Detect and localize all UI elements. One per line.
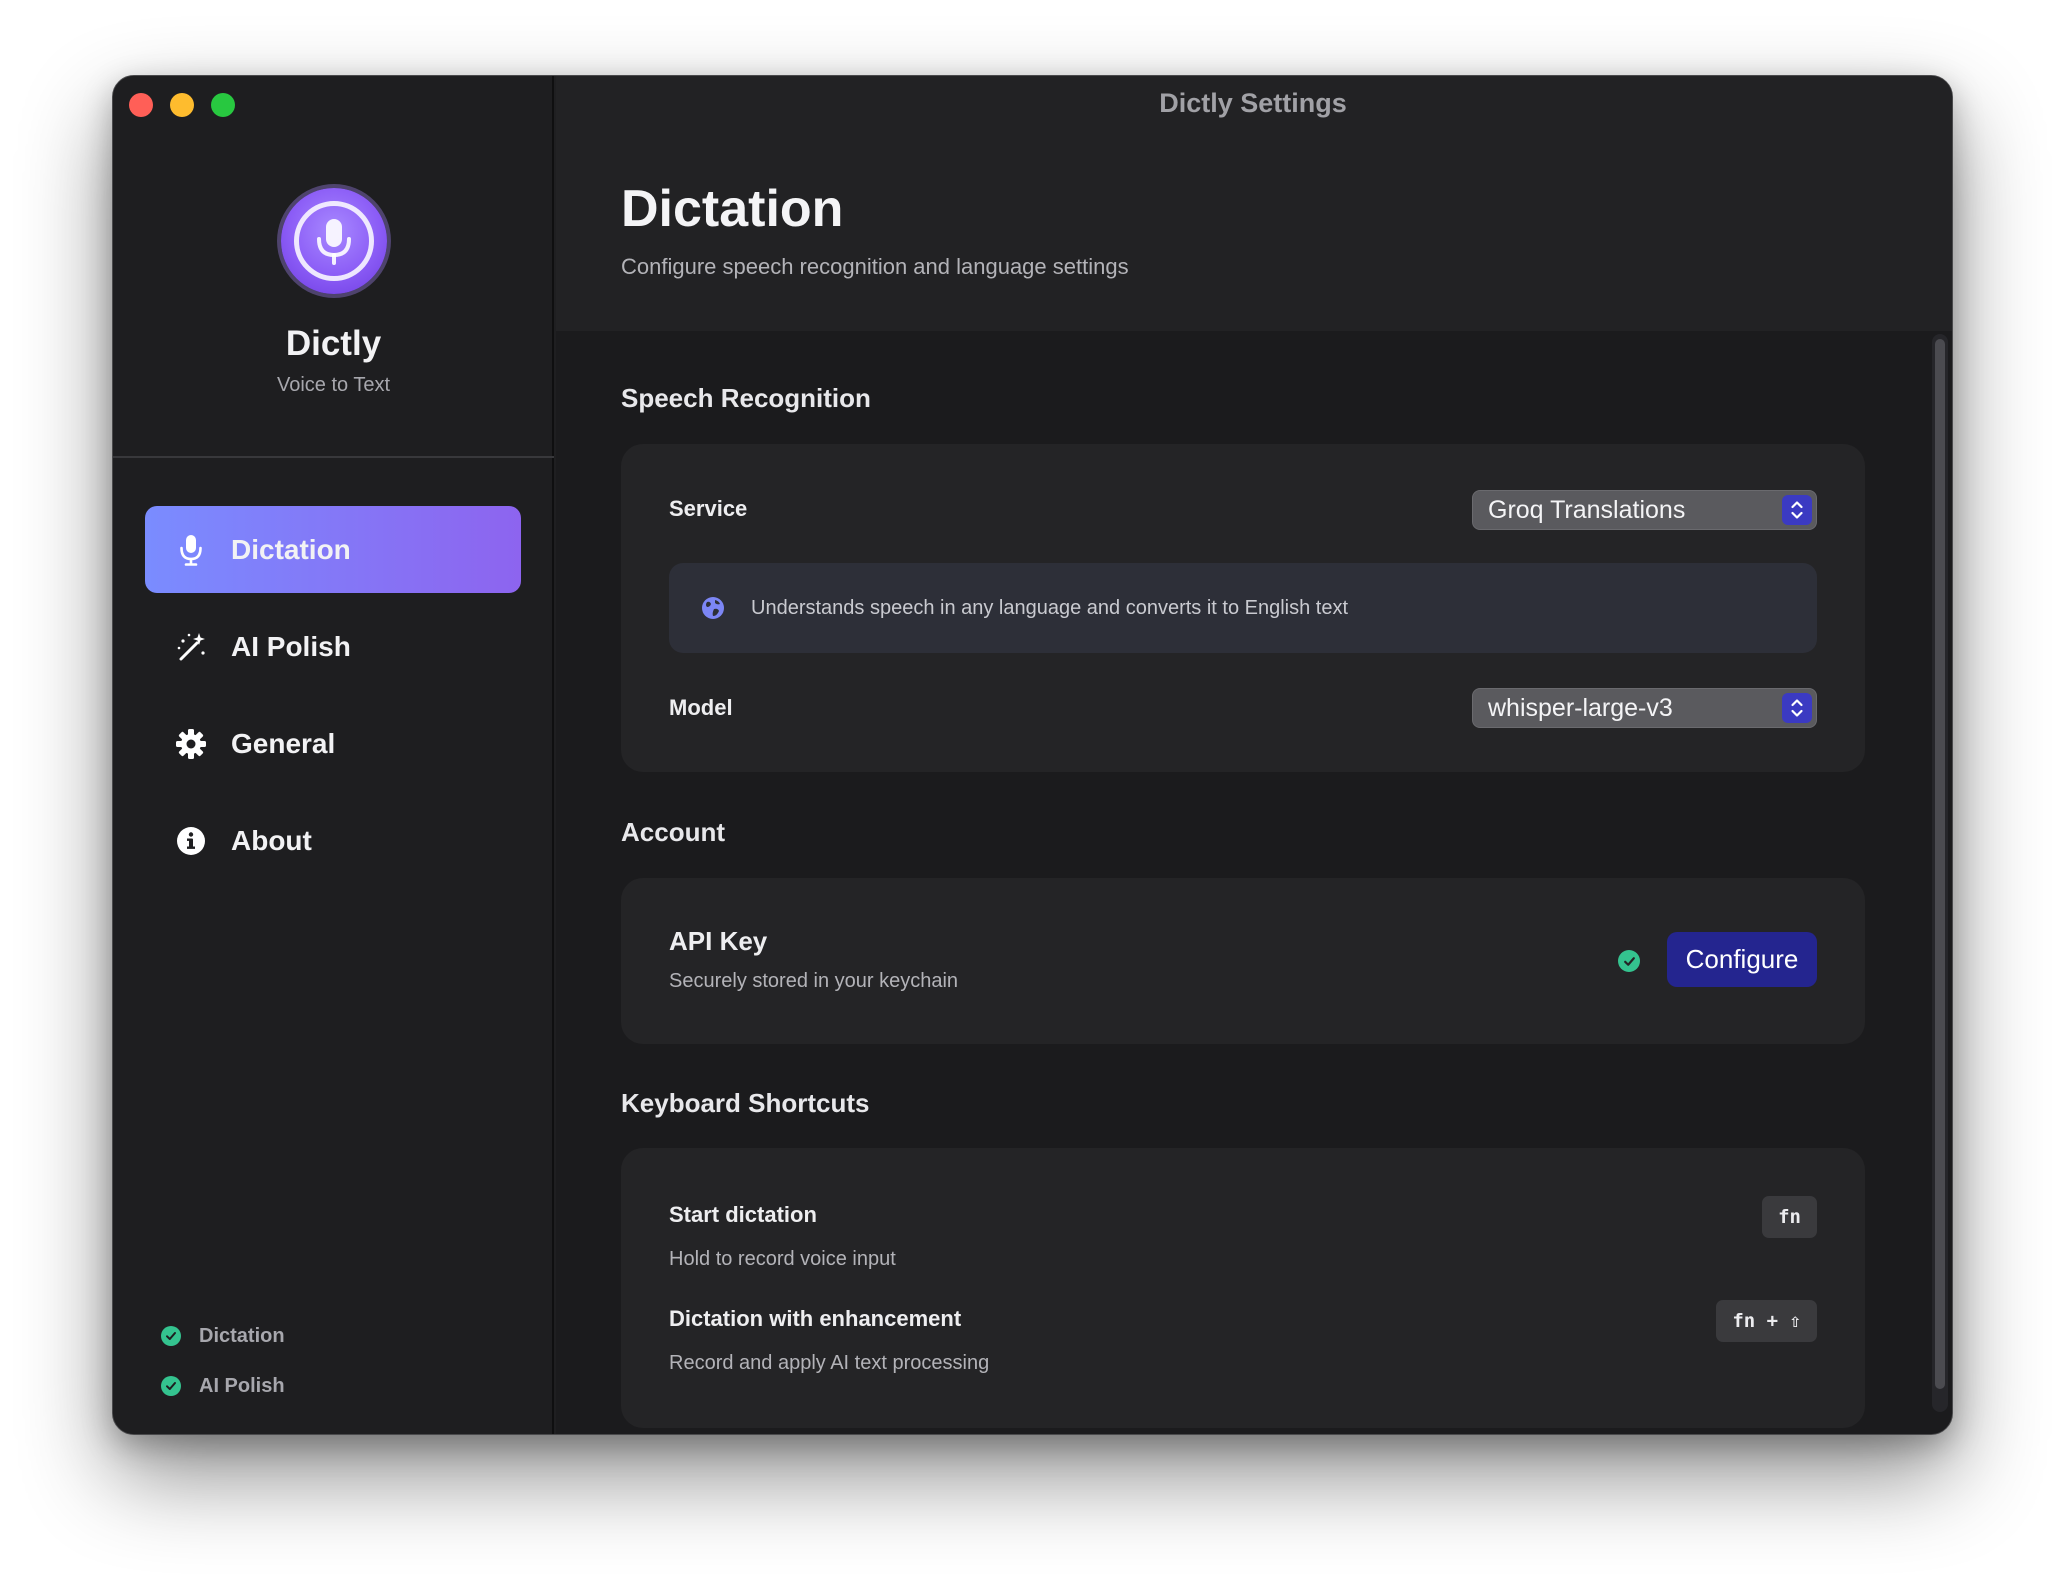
status-item-dictation: Dictation <box>161 1311 285 1361</box>
page-subtitle: Configure speech recognition and languag… <box>621 254 1129 279</box>
model-select-value: whisper-large-v3 <box>1488 693 1673 722</box>
window-title: Dictly Settings <box>1159 88 1347 118</box>
magic-wand-icon <box>173 629 209 665</box>
service-select-value: Groq Translations <box>1488 495 1686 524</box>
sidebar-item-about[interactable]: About <box>145 797 521 884</box>
app-subtitle: Voice to Text <box>276 374 391 396</box>
checkmark-icon <box>1618 950 1640 972</box>
chevron-up-down-icon <box>1782 693 1812 723</box>
chevron-up-down-icon <box>1782 495 1812 525</box>
configure-button[interactable]: Configure <box>1667 932 1817 987</box>
scrollbar-thumb[interactable] <box>1935 339 1945 1389</box>
status-label: Dictation <box>199 1324 285 1347</box>
checkmark-icon <box>161 1376 181 1396</box>
settings-content[interactable]: Speech Recognition Service Groq Translat… <box>556 331 1952 1434</box>
model-select[interactable]: whisper-large-v3 <box>1472 688 1817 728</box>
brand: Dictly Voice to Text <box>113 188 554 397</box>
section-title-speech-recognition: Speech Recognition <box>621 383 871 413</box>
settings-window: Dictly Settings Dictly Voice to Text Dic… <box>112 75 1953 1435</box>
zoom-window-button[interactable] <box>211 93 235 117</box>
section-title-keyboard-shortcuts: Keyboard Shortcuts <box>621 1088 870 1118</box>
minimize-window-button[interactable] <box>170 93 194 117</box>
service-info-box: Understands speech in any language and c… <box>669 563 1817 653</box>
scrollbar[interactable] <box>1932 334 1948 1412</box>
checkmark-icon <box>161 1326 181 1346</box>
feature-status-list: Dictation AI Polish <box>161 1311 285 1411</box>
app-logo <box>280 188 387 294</box>
section-title-account: Account <box>621 817 725 847</box>
microphone-icon <box>173 532 209 568</box>
sidebar-item-ai-polish[interactable]: AI Polish <box>145 603 521 690</box>
sidebar-item-label: Dictation <box>231 533 351 565</box>
shortcut-key-badge: fn + ⇧ <box>1716 1300 1817 1342</box>
status-label: AI Polish <box>199 1374 285 1397</box>
microphone-icon <box>316 219 351 265</box>
account-card: API Key Securely stored in your keychain… <box>621 878 1865 1044</box>
shortcut-key-badge: fn <box>1762 1196 1817 1238</box>
shortcut-subtitle: Hold to record voice input <box>669 1248 896 1270</box>
info-icon <box>173 823 209 859</box>
sidebar: Dictly Voice to Text Dictation AI Polish… <box>113 76 554 1434</box>
shortcut-label: Start dictation <box>669 1202 817 1227</box>
globe-icon <box>701 596 725 620</box>
sidebar-item-dictation[interactable]: Dictation <box>145 506 521 593</box>
service-select[interactable]: Groq Translations <box>1472 490 1817 530</box>
keyboard-shortcuts-card: Start dictation Hold to record voice inp… <box>621 1148 1865 1428</box>
sidebar-item-label: About <box>231 824 312 856</box>
window-controls <box>129 93 235 117</box>
sidebar-item-general[interactable]: General <box>145 700 521 787</box>
sidebar-item-label: AI Polish <box>231 630 351 662</box>
shortcut-subtitle: Record and apply AI text processing <box>669 1352 990 1374</box>
speech-recognition-card: Service Groq Translations Understands sp <box>621 444 1865 772</box>
service-info-text: Understands speech in any language and c… <box>751 596 1349 619</box>
sidebar-item-label: General <box>231 727 336 759</box>
app-name: Dictly <box>285 324 382 363</box>
service-label: Service <box>669 496 748 521</box>
sidebar-divider <box>113 456 554 458</box>
model-label: Model <box>669 695 733 720</box>
status-item-ai-polish: AI Polish <box>161 1361 285 1411</box>
sidebar-nav: Dictation AI Polish General About <box>145 506 521 894</box>
api-key-subtitle: Securely stored in your keychain <box>669 970 959 992</box>
close-window-button[interactable] <box>129 93 153 117</box>
gear-icon <box>173 726 209 762</box>
api-key-label: API Key <box>669 926 768 956</box>
page-title: Dictation <box>621 180 844 238</box>
main-panel: Dictation Configure speech recognition a… <box>556 76 1952 1434</box>
shortcut-label: Dictation with enhancement <box>669 1306 962 1331</box>
